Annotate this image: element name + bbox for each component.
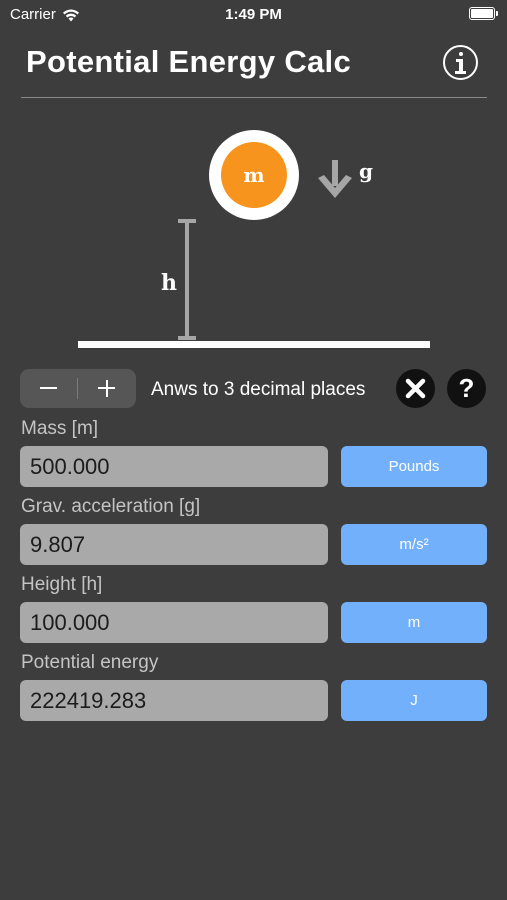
header-divider — [21, 97, 487, 98]
potential-energy-diagram: m g h — [78, 130, 430, 348]
increase-decimals-button[interactable] — [78, 369, 135, 408]
decrease-decimals-button[interactable] — [20, 369, 77, 408]
height-unit-button[interactable]: m — [341, 602, 487, 643]
battery-icon — [469, 7, 498, 20]
mass-symbol: m — [243, 163, 264, 187]
height-marker-icon — [178, 219, 196, 340]
gravity-symbol: g — [359, 159, 373, 183]
height-input[interactable]: 100.000 — [20, 602, 328, 643]
clear-button[interactable] — [396, 369, 435, 408]
help-button[interactable]: ? — [447, 369, 486, 408]
status-time: 1:49 PM — [225, 6, 282, 23]
gravity-input[interactable]: 9.807 — [20, 524, 328, 565]
ground-line — [78, 341, 430, 348]
energy-label: Potential energy — [21, 652, 159, 673]
info-icon[interactable] — [443, 45, 478, 80]
gravity-arrow-icon — [318, 160, 352, 198]
status-bar: Carrier 1:49 PM — [0, 0, 507, 30]
mass-unit-button[interactable]: Pounds — [341, 446, 487, 487]
height-label: Height [h] — [21, 574, 103, 595]
mass-label: Mass [m] — [21, 418, 99, 439]
minus-icon — [40, 387, 57, 389]
decimal-places-label: Anws to 3 decimal places — [151, 379, 366, 400]
decimal-stepper — [20, 369, 136, 408]
mass-input[interactable]: 500.000 — [20, 446, 328, 487]
gravity-unit-button[interactable]: m/s² — [341, 524, 487, 565]
height-symbol: h — [161, 270, 177, 296]
page-title: Potential Energy Calc — [26, 44, 352, 79]
energy-unit-button[interactable]: J — [341, 680, 487, 721]
close-icon — [405, 378, 426, 399]
energy-output[interactable]: 222419.283 — [20, 680, 328, 721]
controls-row: Anws to 3 decimal places ? — [20, 369, 487, 409]
gravity-label: Grav. acceleration [g] — [21, 496, 201, 517]
